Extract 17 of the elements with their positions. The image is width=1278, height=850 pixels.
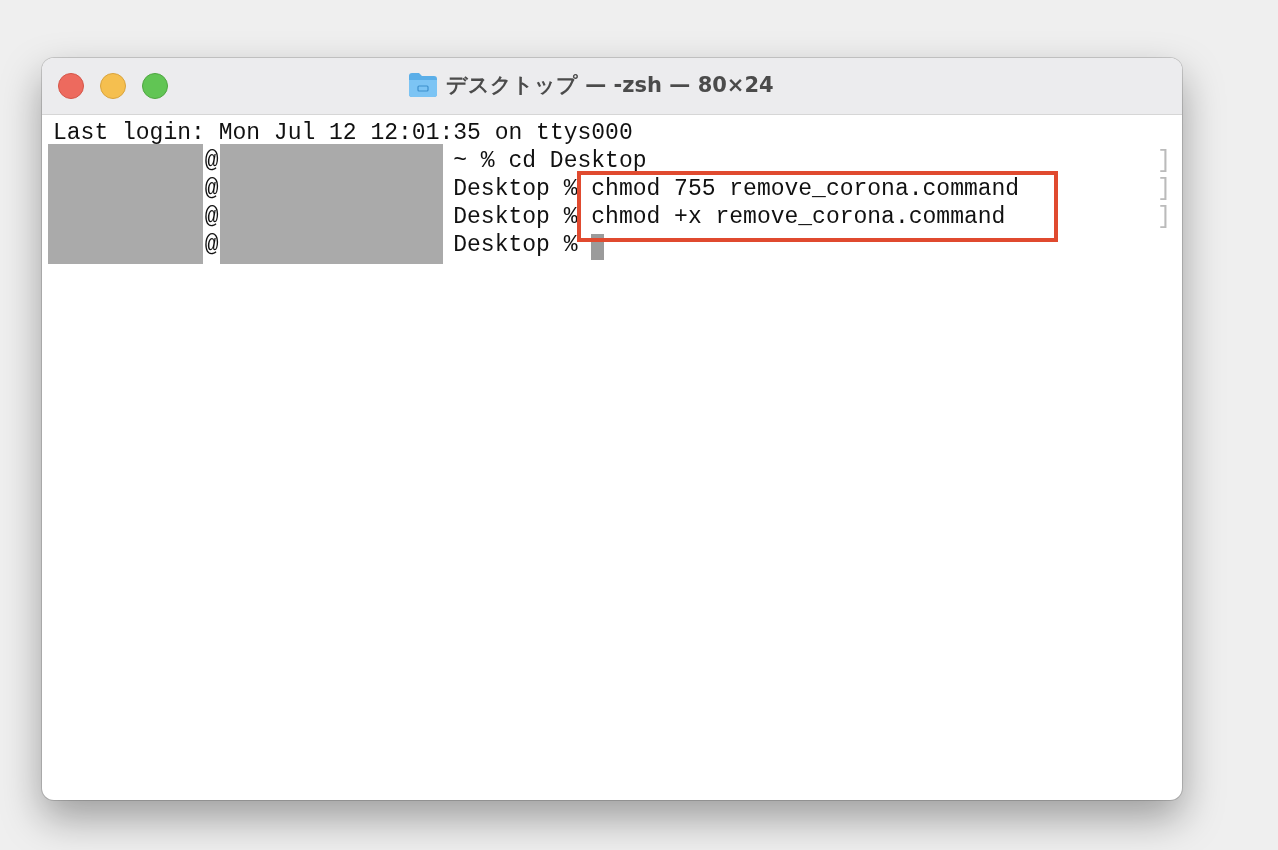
terminal-command: Desktop % chmod +x remove_corona.command: [453, 203, 1006, 231]
line-edge-mark: ]: [1157, 203, 1171, 231]
terminal-line: Last login: Mon Jul 12 12:01:35 on ttys000: [53, 119, 633, 147]
line-edge-mark: ]: [1157, 175, 1171, 203]
at-sign: @: [204, 175, 219, 203]
at-sign: @: [204, 203, 219, 231]
folder-icon: [408, 72, 438, 98]
terminal-command: Desktop % chmod 755 remove_corona.command: [453, 175, 1020, 203]
window-title: デスクトップ — -zsh — 80×24: [446, 72, 774, 99]
minimize-button[interactable]: [100, 73, 126, 99]
terminal-command: ~ % cd Desktop: [453, 147, 647, 175]
line-edge-mark: ]: [1157, 147, 1171, 175]
at-sign: @: [204, 147, 219, 175]
zoom-button[interactable]: [142, 73, 168, 99]
terminal-command: Desktop %: [453, 231, 579, 259]
at-sign: @: [204, 231, 219, 259]
close-button[interactable]: [58, 73, 84, 99]
